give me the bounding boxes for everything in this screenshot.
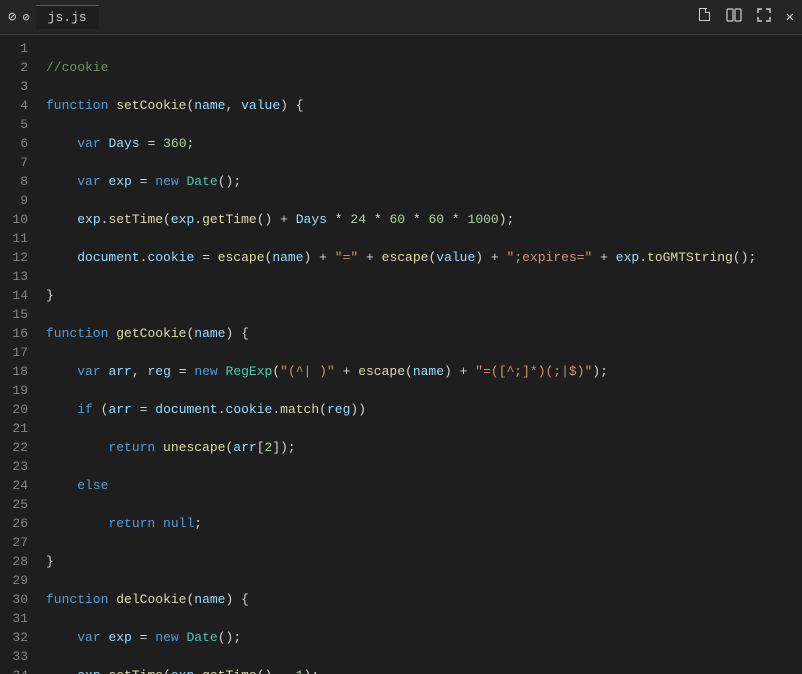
line-numbers: 1 2 3 4 5 6 7 8 9 10 11 12 13 14 15 16 1… xyxy=(0,35,38,674)
line-17: exp.setTime(exp.getTime() - 1); xyxy=(46,666,802,674)
line-9: var arr, reg = new RegExp("(^| )" + esca… xyxy=(46,362,802,381)
split-icon[interactable] xyxy=(726,7,742,28)
line-8: function getCookie(name) { xyxy=(46,324,802,343)
title-bar-actions: ✕ xyxy=(696,7,794,28)
line-4: var exp = new Date(); xyxy=(46,172,802,191)
title-bar-left: ⊘ ⊘ js.js xyxy=(8,5,99,29)
new-file-icon[interactable] xyxy=(696,7,712,28)
tab-label: js.js xyxy=(48,10,87,25)
line-12: else xyxy=(46,476,802,495)
line-2: function setCookie(name, value) { xyxy=(46,96,802,115)
pin-icon[interactable]: ⊘ xyxy=(8,9,16,26)
expand-icon[interactable] xyxy=(756,7,772,28)
close-icon[interactable]: ✕ xyxy=(786,9,794,26)
line-13: return null; xyxy=(46,514,802,533)
unpin-icon[interactable]: ⊘ xyxy=(22,10,29,25)
line-15: function delCookie(name) { xyxy=(46,590,802,609)
line-14: } xyxy=(46,552,802,571)
line-1: //cookie xyxy=(46,58,802,77)
line-6: document.cookie = escape(name) + "=" + e… xyxy=(46,248,802,267)
line-16: var exp = new Date(); xyxy=(46,628,802,647)
tab-js[interactable]: js.js xyxy=(36,5,99,29)
line-7: } xyxy=(46,286,802,305)
line-5: exp.setTime(exp.getTime() + Days * 24 * … xyxy=(46,210,802,229)
line-10: if (arr = document.cookie.match(reg)) xyxy=(46,400,802,419)
code-editor[interactable]: //cookie function setCookie(name, value)… xyxy=(38,35,802,674)
editor-container: 1 2 3 4 5 6 7 8 9 10 11 12 13 14 15 16 1… xyxy=(0,35,802,674)
title-bar: ⊘ ⊘ js.js ✕ xyxy=(0,0,802,35)
line-11: return unescape(arr[2]); xyxy=(46,438,802,457)
line-3: var Days = 360; xyxy=(46,134,802,153)
